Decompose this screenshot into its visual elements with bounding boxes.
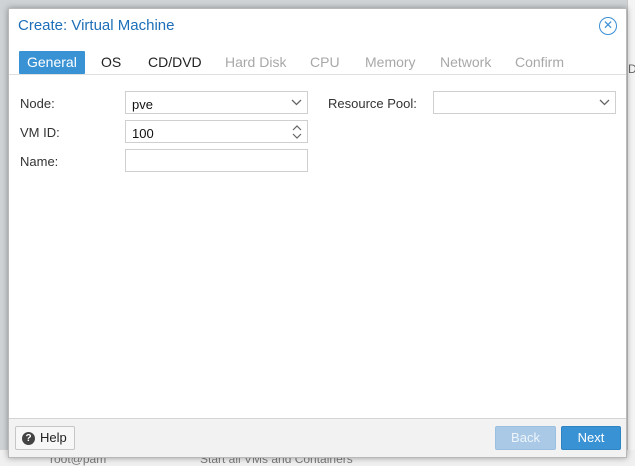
background-edge-text: D: [628,62,635,76]
resource-pool-select[interactable] [433,91,616,114]
tab-cpu: CPU [310,54,340,70]
tab-os[interactable]: OS [93,51,129,74]
tab-hard-disk: Hard Disk [225,54,287,70]
tab-confirm: Confirm [515,54,565,70]
create-vm-dialog: Create: Virtual Machine ✕ General OS CD/… [8,8,627,458]
tab-general[interactable]: General [19,51,85,74]
next-button[interactable]: Next [561,426,621,450]
vmid-spinner[interactable]: 100 [125,120,308,143]
close-icon[interactable]: ✕ [599,17,617,35]
dialog-footer: ? Help Back Next [9,418,626,457]
tab-network: Network [440,54,492,70]
tab-cd-dvd[interactable]: CD/DVD [140,51,210,74]
back-button: Back [495,426,556,450]
background-panel-edge: D: [627,0,635,466]
vmid-value: 100 [132,126,154,141]
dialog-title: Create: Virtual Machine [18,17,175,34]
vmid-label: VM ID: [20,125,60,140]
dialog-header: Create: Virtual Machine ✕ [9,9,626,43]
spinner-arrows-icon[interactable] [291,122,303,142]
wizard-tabs: General OS CD/DVD Hard Disk CPU Memory N… [9,49,626,75]
help-icon: ? [22,432,35,445]
node-label: Node: [20,96,55,111]
tab-memory: Memory [365,54,416,70]
node-value: pve [132,97,153,112]
help-button[interactable]: ? Help [15,426,75,450]
chevron-down-icon[interactable] [597,92,611,113]
help-button-label: Help [40,430,67,445]
node-select[interactable]: pve [125,91,308,114]
name-input[interactable] [125,149,308,172]
name-label: Name: [20,154,59,169]
chevron-down-icon[interactable] [289,92,303,113]
resource-pool-label: Resource Pool: [328,96,417,111]
